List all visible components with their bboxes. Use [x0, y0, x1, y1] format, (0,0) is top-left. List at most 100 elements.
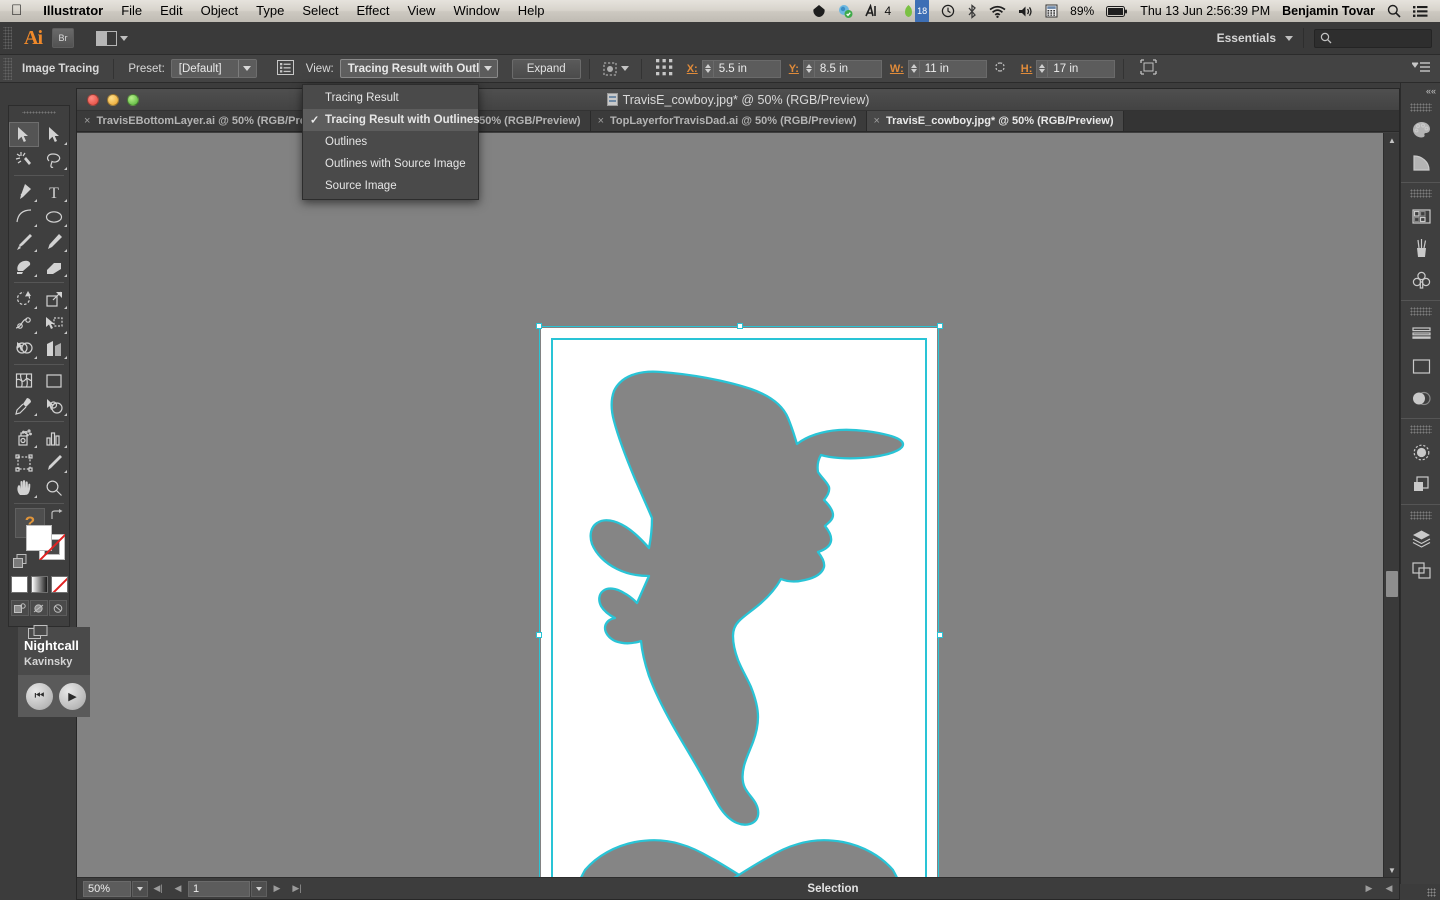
close-icon[interactable]: × [598, 115, 604, 127]
gradient-tool[interactable] [39, 368, 69, 393]
transparency-panel-icon[interactable] [1401, 382, 1440, 414]
document-title-bar[interactable]: TravisE_cowboy.jpg* @ 50% (RGB/Preview) [77, 89, 1399, 111]
x-stepper[interactable] [701, 59, 713, 78]
menu-type[interactable]: Type [247, 0, 293, 22]
artboard-tool[interactable] [9, 450, 39, 475]
gradient-panel-icon[interactable] [1401, 350, 1440, 382]
brushes-panel-icon[interactable] [1401, 232, 1440, 264]
tracing-presets-icon[interactable] [598, 61, 633, 77]
h-stepper[interactable] [1036, 59, 1048, 78]
direct-selection-tool[interactable] [39, 122, 69, 147]
draw-behind-button[interactable] [30, 600, 48, 616]
close-icon[interactable]: × [874, 115, 880, 127]
menu-item-outlines-with-source-image[interactable]: Outlines with Source Image [303, 153, 478, 175]
view-dropdown[interactable]: Tracing Result with Outlines [339, 59, 498, 78]
menu-edit[interactable]: Edit [151, 0, 191, 22]
dock-group-grip[interactable] [1409, 511, 1432, 520]
eraser-tool[interactable] [39, 254, 69, 279]
battery-icon[interactable] [1100, 0, 1134, 22]
artboards-panel-icon[interactable] [1401, 554, 1440, 586]
color-guide-panel-icon[interactable] [1401, 146, 1440, 178]
zoom-dropdown-button[interactable] [132, 880, 148, 897]
ellipse-tool[interactable] [39, 204, 69, 229]
rotate-tool[interactable] [9, 286, 39, 311]
draw-normal-button[interactable] [11, 600, 29, 616]
symbols-panel-icon[interactable] [1401, 264, 1440, 296]
scale-tool[interactable] [39, 286, 69, 311]
clock-datetime[interactable]: Thu 13 Jun 2:56:39 PM [1134, 0, 1276, 22]
menu-window[interactable]: Window [444, 0, 508, 22]
calculator-icon[interactable] [1039, 0, 1064, 22]
first-artboard-button[interactable]: ◀| [148, 880, 168, 898]
menu-help[interactable]: Help [509, 0, 554, 22]
menu-item-tracing-result[interactable]: Tracing Result [303, 87, 478, 109]
menu-file[interactable]: File [112, 0, 151, 22]
selection-handle-ml[interactable] [536, 632, 542, 638]
toolbar-grip[interactable] [22, 108, 56, 119]
canvas-area[interactable] [77, 133, 1399, 877]
scroll-down-arrow[interactable]: ▼ [1384, 863, 1400, 877]
status-indicator[interactable]: Selection [307, 883, 1359, 895]
dock-group-grip[interactable] [1409, 425, 1432, 434]
y-stepper[interactable] [802, 59, 814, 78]
lasso-tool[interactable] [39, 147, 69, 172]
line-segment-tool[interactable] [9, 204, 39, 229]
selection-tool[interactable] [9, 122, 39, 147]
time-machine-icon[interactable] [935, 0, 961, 22]
hand-tool[interactable] [9, 475, 39, 500]
eyedropper-tool[interactable] [9, 393, 39, 418]
menu-select[interactable]: Select [293, 0, 347, 22]
apple-menu-icon[interactable]:  [0, 1, 34, 21]
none-mode-button[interactable] [50, 576, 68, 593]
dock-group-grip[interactable] [1409, 103, 1432, 112]
next-artboard-button[interactable]: ▶ [267, 880, 287, 898]
selection-handle-tl[interactable] [536, 323, 542, 329]
paintbrush-tool[interactable] [9, 229, 39, 254]
tab-toplayerfortravisdad[interactable]: × TopLayerforTravisDad.ai @ 50% (RGB/Pre… [590, 111, 867, 131]
selection-handle-mr[interactable] [937, 632, 943, 638]
expand-dock-icon[interactable]: «« [1426, 86, 1436, 96]
notification-center-icon[interactable] [1407, 0, 1434, 22]
height-field[interactable]: 17 in [1047, 59, 1116, 78]
workspace-chevron-down-icon[interactable] [1285, 35, 1293, 41]
audio-meter-icon[interactable]: 4 [859, 0, 897, 22]
zoom-level-field[interactable]: 50% [83, 880, 131, 897]
dock-group-grip[interactable] [1409, 189, 1432, 198]
workspace-switcher[interactable]: Essentials [1217, 31, 1282, 45]
controlbar-grip[interactable] [3, 57, 12, 80]
status-menu-button[interactable]: ▶ [1359, 880, 1379, 898]
width-tool[interactable] [9, 311, 39, 336]
perspective-grid-tool[interactable] [39, 336, 69, 361]
symbol-sprayer-tool[interactable] [9, 425, 39, 450]
previous-artboard-button[interactable]: ◀ [168, 880, 188, 898]
vertical-scroll-thumb[interactable] [1386, 571, 1398, 597]
type-tool[interactable]: T [39, 179, 69, 204]
artboard-number-field[interactable]: 1 [188, 880, 250, 897]
evernote-icon[interactable]: 18 [897, 0, 935, 23]
swatches-panel-icon[interactable] [1401, 200, 1440, 232]
bridge-button[interactable]: Br [52, 28, 74, 48]
free-transform-tool[interactable] [39, 311, 69, 336]
constrain-proportions-icon[interactable] [987, 60, 1013, 78]
wifi-icon[interactable] [983, 0, 1012, 22]
pen-tool[interactable] [9, 179, 39, 204]
menu-view[interactable]: View [399, 0, 445, 22]
artboard-dropdown-button[interactable] [251, 880, 267, 897]
slice-tool[interactable] [39, 450, 69, 475]
dropbox-icon[interactable] [806, 0, 832, 22]
previous-track-button[interactable]: ⏮ [26, 682, 53, 710]
graphic-styles-panel-icon[interactable] [1401, 468, 1440, 500]
tab-travise-cowboy[interactable]: × TravisE_cowboy.jpg* @ 50% (RGB/Preview… [866, 111, 1124, 131]
color-panel-icon[interactable] [1401, 114, 1440, 146]
change-screen-mode-icon[interactable] [26, 623, 52, 641]
menu-item-outlines[interactable]: Outlines [303, 131, 478, 153]
appearance-panel-icon[interactable] [1401, 436, 1440, 468]
preset-dropdown[interactable]: [Default] [170, 59, 257, 78]
transform-reference-icon[interactable] [650, 58, 679, 79]
mesh-tool[interactable] [9, 368, 39, 393]
column-graph-tool[interactable] [39, 425, 69, 450]
menu-item-tracing-result-with-outlines[interactable]: ✓ Tracing Result with Outlines [303, 109, 480, 131]
appbar-grip[interactable] [3, 27, 12, 49]
menu-object[interactable]: Object [192, 0, 248, 22]
y-field[interactable]: 8.5 in [813, 59, 882, 78]
